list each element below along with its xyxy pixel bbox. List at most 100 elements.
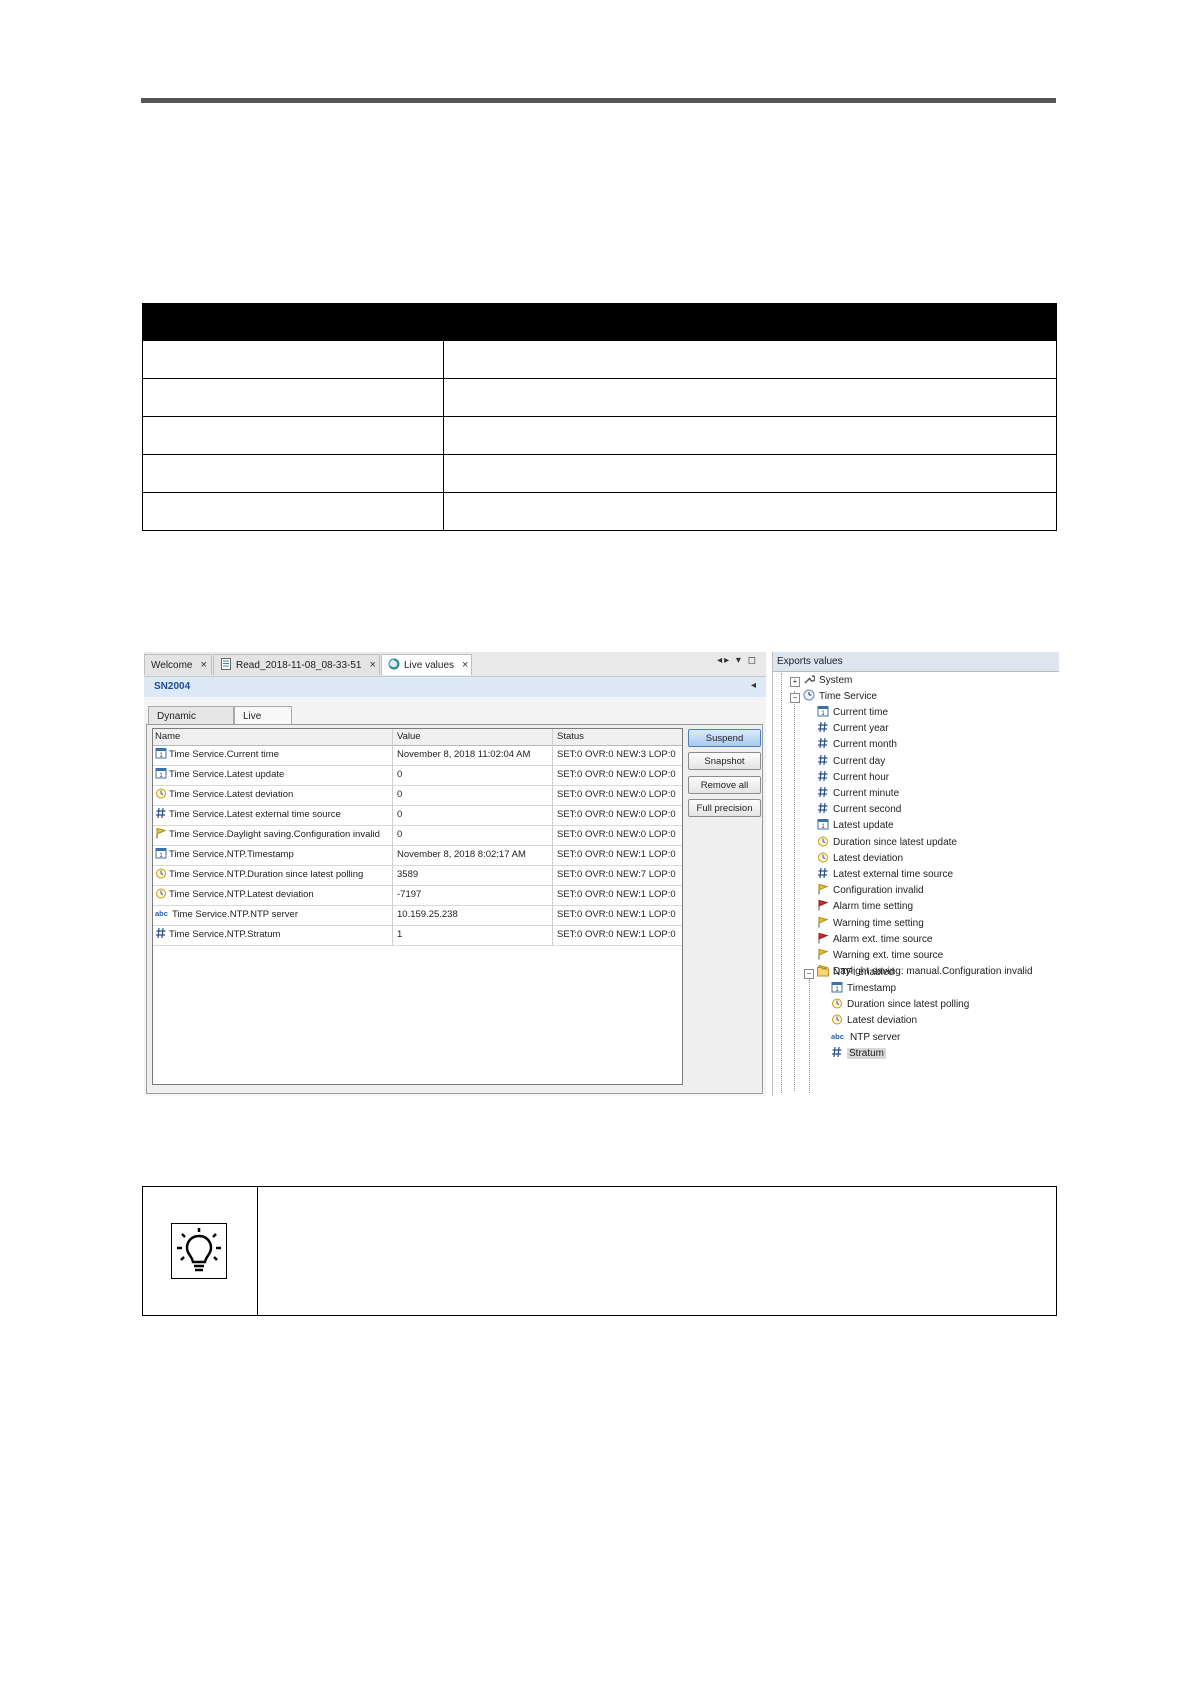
tree-node-current-day[interactable]: Current day bbox=[817, 754, 885, 770]
tree-node-system[interactable]: System bbox=[803, 673, 852, 689]
stopwatch-icon bbox=[156, 888, 166, 899]
collapse-arrow-icon[interactable]: ◂ bbox=[751, 680, 756, 691]
collapse-icon[interactable]: − bbox=[790, 693, 800, 703]
calendar-icon: 1 bbox=[817, 819, 829, 830]
hash-icon bbox=[818, 770, 828, 781]
tree-node-latest-update[interactable]: 1 Latest update bbox=[817, 818, 894, 834]
collapse-icon[interactable]: − bbox=[804, 969, 814, 979]
tab-live-data[interactable]: Live data bbox=[234, 706, 292, 741]
tab-dynamic-charts[interactable]: Dynamic charts bbox=[148, 706, 234, 741]
hash-icon bbox=[832, 1046, 842, 1057]
tree-node-ntp-duration-since-latest-polling[interactable]: Duration since latest polling bbox=[831, 997, 969, 1013]
close-icon[interactable]: × bbox=[369, 659, 375, 671]
remove-all-button[interactable]: Remove all bbox=[688, 776, 761, 794]
table-row[interactable]: Time Service.NTP.Stratum 1 SET:0 OVR:0 NEW… bbox=[153, 925, 682, 946]
suspend-button[interactable]: Suspend bbox=[688, 729, 761, 747]
tab-label: Welcome bbox=[151, 660, 193, 671]
cell-status: SET:0 OVR:0 NEW:3 LOP:0 bbox=[557, 749, 676, 760]
cell-name: Time Service.Latest external time source bbox=[153, 805, 393, 825]
document-icon bbox=[221, 658, 231, 670]
table-row[interactable]: 1 Time Service.Current time November 8, 20… bbox=[153, 745, 682, 766]
hash-icon bbox=[156, 807, 166, 819]
close-icon[interactable]: × bbox=[462, 659, 468, 671]
expand-icon[interactable]: + bbox=[790, 677, 800, 687]
device-name: SN2004 bbox=[154, 681, 191, 692]
tree-node-alarm-ext-time-source[interactable]: Alarm ext. time source bbox=[817, 932, 932, 948]
cell-status: SET:0 OVR:0 NEW:1 LOP:0 bbox=[557, 909, 676, 920]
cell-status: SET:0 OVR:0 NEW:1 LOP:0 bbox=[557, 889, 676, 900]
cell-name: Time Service.NTP.Stratum bbox=[153, 925, 393, 945]
cell-value: 0 bbox=[393, 785, 553, 805]
cell-status: SET:0 OVR:0 NEW:0 LOP:0 bbox=[557, 789, 676, 800]
tree-node-alarm-time-setting[interactable]: Alarm time setting bbox=[817, 899, 913, 915]
tree-node-ntp-ntp-server[interactable]: abc NTP server bbox=[831, 1030, 900, 1046]
red-flag-icon bbox=[818, 932, 829, 944]
table-row[interactable]: 1 Time Service.Latest update 0 SET:0 OVR:0 … bbox=[153, 765, 682, 786]
live-data-grid: Name Value Status 1 Time Service.Current … bbox=[152, 728, 683, 1085]
calendar-icon: 1 bbox=[155, 768, 167, 779]
column-header-status[interactable]: Status bbox=[553, 729, 682, 745]
tree-node-ntp-latest-deviation[interactable]: Latest deviation bbox=[831, 1013, 917, 1029]
svg-text:abc: abc bbox=[831, 1032, 844, 1041]
tree-node-ntp-stratum[interactable]: Stratum bbox=[831, 1046, 887, 1062]
cell-value: November 8, 2018 11:02:04 AM bbox=[393, 745, 553, 765]
tree-node-current-year[interactable]: Current year bbox=[817, 721, 889, 737]
table-row[interactable]: 1 Time Service.NTP.Timestamp November 8, 2… bbox=[153, 845, 682, 866]
tree-node-current-hour[interactable]: Current hour bbox=[817, 770, 889, 786]
calendar-icon: 1 bbox=[155, 748, 167, 759]
hash-icon bbox=[156, 927, 166, 939]
tree-node-configuration-invalid[interactable]: Configuration invalid bbox=[817, 883, 924, 899]
table-row[interactable]: Time Service.Latest external time source… bbox=[153, 805, 682, 826]
stopwatch-icon bbox=[832, 1014, 842, 1025]
cell-status: SET:0 OVR:0 NEW:1 LOP:0 bbox=[557, 849, 676, 860]
tree-node-warning-ext-time-source[interactable]: Warning ext. time source bbox=[817, 948, 943, 964]
cell-value: 1 bbox=[393, 925, 553, 945]
cell-value: 10.159.25.238 bbox=[393, 905, 553, 925]
tab-read-file[interactable]: Read_2018-11-08_08-33-51 × bbox=[213, 654, 380, 675]
tree-node-latest-deviation[interactable]: Latest deviation bbox=[817, 851, 903, 867]
stopwatch-icon bbox=[156, 788, 166, 799]
folder-icon bbox=[817, 967, 829, 977]
yellow-flag-icon bbox=[818, 884, 829, 895]
tree-node-ntp[interactable]: NTP: enabled bbox=[817, 965, 894, 981]
tree-node-current-second[interactable]: Current second bbox=[817, 802, 901, 818]
close-icon[interactable]: × bbox=[201, 659, 207, 671]
table-row[interactable]: Time Service.Latest deviation 0 SET:0 OVR:… bbox=[153, 785, 682, 806]
calendar-icon: 1 bbox=[817, 706, 829, 717]
tip-box bbox=[142, 1186, 1057, 1316]
table-row[interactable]: abc Time Service.NTP.NTP server 10.159.25.… bbox=[153, 905, 682, 926]
hash-icon bbox=[818, 754, 828, 765]
yellow-flag-icon bbox=[818, 948, 829, 960]
full-precision-button[interactable]: Full precision bbox=[688, 799, 761, 817]
column-header-value[interactable]: Value bbox=[393, 729, 553, 745]
tree-node-warning-time-setting[interactable]: Warning time setting bbox=[817, 916, 924, 932]
tree-node-current-time[interactable]: 1 Current time bbox=[817, 705, 888, 721]
cell-name: Time Service.NTP.Duration since latest p… bbox=[153, 865, 393, 885]
tree-guide bbox=[781, 673, 782, 1093]
view-controls[interactable]: ◂▸ ▾ ◻ bbox=[717, 655, 758, 666]
svg-text:abc: abc bbox=[155, 909, 168, 918]
tree-node-ntp-timestamp[interactable]: 1 Timestamp bbox=[831, 981, 896, 997]
tree-node-current-minute[interactable]: Current minute bbox=[817, 786, 899, 802]
table-row bbox=[142, 416, 1057, 455]
device-bar: SN2004 ◂ bbox=[144, 677, 766, 697]
tree-node-time-service[interactable]: Time Service bbox=[803, 689, 877, 705]
hash-icon bbox=[818, 803, 828, 814]
cell-status: SET:0 OVR:0 NEW:0 LOP:0 bbox=[557, 809, 676, 820]
table-row bbox=[142, 454, 1057, 493]
cell-name: Time Service.NTP.Latest deviation bbox=[153, 885, 393, 905]
tab-live-values[interactable]: Live values × bbox=[381, 654, 472, 675]
table-row[interactable]: Time Service.NTP.Duration since latest p… bbox=[153, 865, 682, 886]
column-header-name[interactable]: Name bbox=[153, 729, 393, 745]
tab-welcome[interactable]: Welcome × bbox=[144, 654, 212, 675]
snapshot-button[interactable]: Snapshot bbox=[688, 752, 761, 770]
tree-node-current-month[interactable]: Current month bbox=[817, 737, 897, 753]
cell-status: SET:0 OVR:0 NEW:0 LOP:0 bbox=[557, 769, 676, 780]
table-row[interactable]: Time Service.Daylight saving.Configurati… bbox=[153, 825, 682, 846]
stopwatch-icon bbox=[818, 852, 828, 863]
tab-label: Live values bbox=[404, 660, 455, 671]
tree-node-duration-since-latest-update[interactable]: Duration since latest update bbox=[817, 835, 957, 851]
tab-label: Read_2018-11-08_08-33-51 bbox=[236, 660, 362, 671]
tree-node-latest-external-time-source[interactable]: Latest external time source bbox=[817, 867, 953, 883]
table-row[interactable]: Time Service.NTP.Latest deviation -7197 SE… bbox=[153, 885, 682, 906]
